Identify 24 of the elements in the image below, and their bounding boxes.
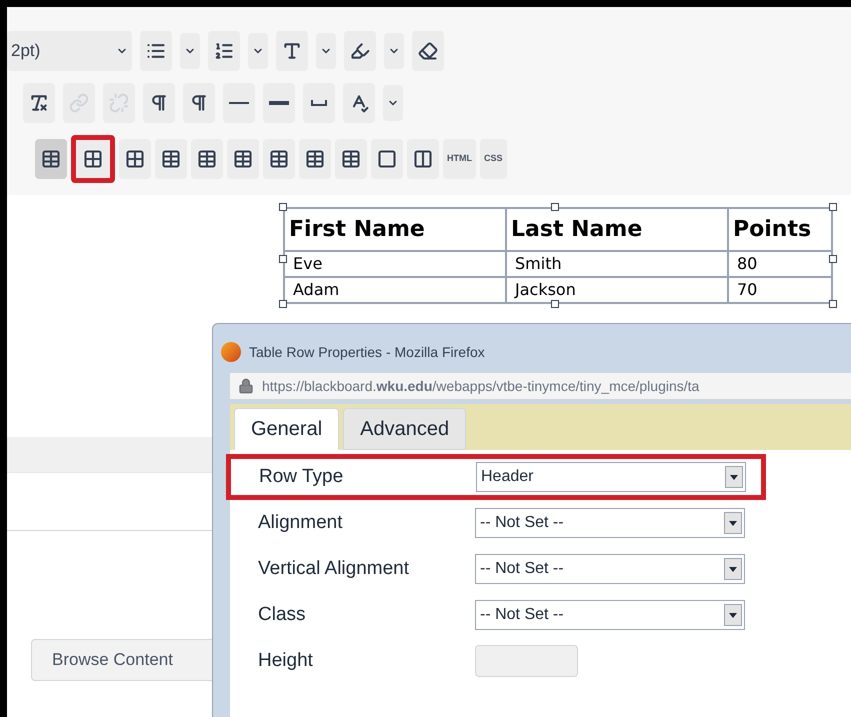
font-size-dropdown[interactable]: 2pt) [7, 31, 132, 71]
table-cell: Adam [284, 277, 506, 303]
table-cell: Smith [506, 251, 728, 277]
column-header: Points [728, 208, 832, 251]
window-title: Table Row Properties - Mozilla Firefox [249, 342, 485, 362]
select-field[interactable]: -- Not Set -- [475, 508, 745, 538]
field-label: Row Type [259, 464, 344, 489]
field-label: Height [258, 648, 314, 673]
column-header: First Name [284, 208, 506, 251]
column-header: Last Name [506, 208, 728, 251]
select-field[interactable]: Header [476, 462, 746, 492]
table-cell: Jackson [506, 277, 728, 303]
tab[interactable]: General [234, 408, 340, 450]
table-cell: 70 [728, 277, 832, 303]
tab[interactable]: Advanced [343, 408, 466, 450]
field-label: Class [258, 602, 307, 627]
table-cell: Eve [284, 251, 506, 277]
toolbar-button[interactable]: CSS [480, 139, 507, 179]
toolbar-button[interactable]: HTML [443, 139, 476, 179]
field-label: Alignment [258, 510, 344, 535]
field-label: Vertical Alignment [258, 556, 410, 581]
select-field[interactable]: -- Not Set -- [475, 554, 745, 584]
url-text: https://blackboard.wku.edu/webapps/vtbe-tinymce/tiny_mce/plugins/ta [262, 376, 700, 396]
select-field[interactable]: -- Not Set -- [475, 600, 745, 630]
